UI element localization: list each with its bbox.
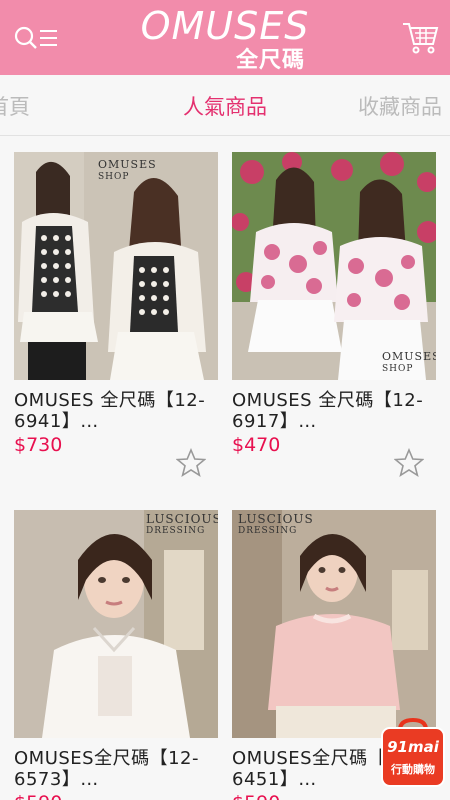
search-menu-button[interactable] [12, 14, 60, 62]
product-card[interactable]: OMUSES SHOP OMUSES 全尺碼【12-6941】… $730 [14, 152, 218, 478]
logo-subtext: 全尺碼 [235, 48, 305, 73]
photo-watermark: LUSCIOUS [146, 512, 218, 526]
product-grid: OMUSES SHOP OMUSES 全尺碼【12-6941】… $730 OM… [0, 136, 450, 800]
tab-home[interactable]: 首頁 [0, 91, 30, 121]
app-header: OMUSES 全尺碼 [0, 0, 450, 75]
photo-watermark-sub: DRESSING [238, 526, 298, 536]
favorite-star-icon[interactable] [176, 448, 206, 478]
product-image[interactable]: OMUSES SHOP [14, 152, 218, 380]
cart-button[interactable] [396, 14, 444, 62]
product-name[interactable]: OMUSES 全尺碼【12-6917】… [232, 390, 436, 432]
badge-brand: 91mai [387, 738, 439, 756]
product-image[interactable]: LUSCIOUS DRESSING [14, 510, 218, 738]
product-image[interactable]: LUSCIOUS DRESSING [232, 510, 436, 738]
photo-watermark-sub: SHOP [382, 364, 414, 374]
product-price: $590 [232, 792, 436, 800]
favorite-star-icon[interactable] [394, 448, 424, 478]
cart-icon [403, 23, 439, 54]
product-price: $590 [14, 792, 218, 800]
tab-favorites[interactable]: 收藏商品 [358, 91, 442, 121]
product-card[interactable]: LUSCIOUS DRESSING OMUSES全尺碼【12-6573】… $5… [14, 510, 218, 800]
photo-watermark: OMUSES [382, 350, 436, 363]
logo-text: OMUSES [140, 4, 310, 48]
photo-watermark-sub: SHOP [98, 172, 130, 182]
search-icon [14, 26, 57, 49]
product-name[interactable]: OMUSES全尺碼【12-6573】… [14, 748, 218, 790]
tab-popular[interactable]: 人氣商品 [183, 91, 267, 121]
product-image[interactable]: OMUSES SHOP [232, 152, 436, 380]
photo-watermark-sub: DRESSING [146, 526, 206, 536]
product-card[interactable]: OMUSES SHOP OMUSES 全尺碼【12-6917】… $470 [232, 152, 436, 478]
badge-caption: 行動購物 [391, 763, 435, 776]
photo-watermark: LUSCIOUS [238, 512, 314, 526]
product-name[interactable]: OMUSES 全尺碼【12-6941】… [14, 390, 218, 432]
menu-icon [40, 30, 57, 46]
91mai-shopping-badge[interactable]: 91mai 行動購物 [380, 717, 446, 788]
brand-logo[interactable]: OMUSES 全尺碼 [135, 4, 315, 73]
category-tabs: 首頁 人氣商品 收藏商品 [0, 75, 450, 136]
photo-watermark: OMUSES [98, 158, 157, 171]
